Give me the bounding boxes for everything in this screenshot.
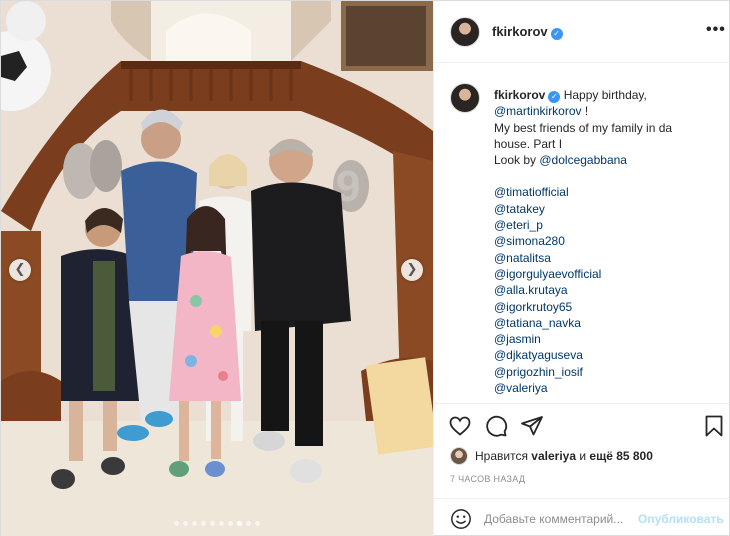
smiley-icon[interactable]: [450, 508, 472, 530]
publish-button[interactable]: Опубликовать: [638, 512, 724, 526]
verified-badge-icon: ✓: [550, 28, 563, 40]
author-avatar[interactable]: [450, 17, 480, 47]
post-actions: Нравится valeriya и ещё 85 800 7 ЧАСОВ Н…: [434, 403, 730, 536]
caption-text: fkirkorov ✓ Happy birthday, @martinkirkor…: [494, 87, 724, 396]
next-slide-button[interactable]: ❯: [401, 259, 423, 281]
mention-link[interactable]: @timatiofficial: [494, 184, 724, 200]
mention-link[interactable]: @alla.krutaya: [494, 282, 724, 298]
verified-badge-icon: ✓: [548, 91, 561, 103]
heart-icon[interactable]: [448, 414, 472, 438]
likes-count[interactable]: ещё 85 800: [589, 449, 653, 463]
carousel-indicator: [1, 521, 433, 526]
post-timestamp[interactable]: 7 ЧАСОВ НАЗАД: [450, 474, 525, 484]
caption-line-1: Happy birthday,: [563, 88, 647, 102]
more-horizontal-icon: •••: [706, 21, 726, 38]
mention-link[interactable]: @tatiana_navka: [494, 315, 724, 331]
caption-line-3: My best friends of my family in da: [494, 120, 673, 135]
photo-illustration: 9: [1, 1, 433, 536]
add-comment-bar: Опубликовать: [434, 498, 730, 536]
carousel-dot: [255, 521, 260, 526]
caption-author-username[interactable]: fkirkorov: [494, 88, 545, 102]
mention-link[interactable]: @martinkirkorov: [494, 104, 582, 118]
mention-link[interactable]: @tatakey: [494, 201, 724, 217]
more-options-button[interactable]: •••: [706, 21, 726, 39]
comment-input[interactable]: [484, 510, 634, 528]
liker-avatar[interactable]: [450, 447, 468, 465]
likes-prefix: Нравится: [475, 449, 532, 463]
bookmark-icon[interactable]: [702, 414, 726, 438]
previous-slide-button[interactable]: ❮: [9, 259, 31, 281]
post-caption: fkirkorov ✓ Happy birthday, @martinkirkor…: [434, 63, 730, 403]
post-header: fkirkorov ✓ •••: [434, 1, 730, 63]
mention-link[interactable]: @dolcegabbana: [539, 153, 627, 167]
caption-line-4: house. Part I: [494, 136, 563, 151]
mention-link[interactable]: @simona280: [494, 233, 724, 249]
carousel-dot: [219, 521, 224, 526]
carousel-dot: [210, 521, 215, 526]
likes-text: Нравится valeriya и ещё 85 800: [475, 449, 653, 463]
mention-link[interactable]: @jasmin: [494, 331, 724, 347]
paper-plane-icon[interactable]: [520, 414, 544, 438]
author-username-link[interactable]: fkirkorov ✓: [492, 24, 563, 40]
carousel-dot: [183, 521, 188, 526]
carousel-dot: [192, 521, 197, 526]
mention-list: @timatiofficial @tatakey @eteri_p @simona28…: [494, 184, 724, 396]
instagram-post: 9 ❮ ❯ fkirkorov ✓ ••• fkirkorov ✓ Happy …: [0, 0, 730, 536]
caption-line-2-rest: !: [581, 104, 589, 119]
carousel-dot: [246, 521, 251, 526]
carousel-dot: [237, 521, 242, 526]
liker-username[interactable]: valeriya: [531, 449, 576, 463]
mention-link[interactable]: @igorkrutoy65: [494, 299, 724, 315]
post-photo[interactable]: 9 ❮ ❯: [1, 1, 433, 536]
carousel-dot: [174, 521, 179, 526]
mention-link[interactable]: @djkatyaguseva: [494, 347, 724, 363]
mention-link[interactable]: @natalitsa: [494, 250, 724, 266]
caption-author-avatar[interactable]: [450, 83, 480, 113]
mention-link[interactable]: @igorgulyaevofficial: [494, 266, 724, 282]
mention-link[interactable]: @valeriya: [494, 380, 724, 396]
comment-icon[interactable]: [484, 414, 508, 438]
carousel-dot: [201, 521, 206, 526]
carousel-dot: [228, 521, 233, 526]
post-side-panel: fkirkorov ✓ ••• fkirkorov ✓ Happy birthday…: [433, 1, 730, 536]
author-username[interactable]: fkirkorov: [492, 24, 548, 39]
caption-line-5-prefix: Look by: [494, 153, 540, 168]
chevron-left-icon: ❮: [14, 262, 26, 277]
mention-link[interactable]: @eteri_p: [494, 217, 724, 233]
likes-middle: и: [576, 449, 590, 463]
chevron-right-icon: ❯: [406, 262, 418, 277]
mention-link[interactable]: @prigozhin_iosif: [494, 364, 724, 380]
